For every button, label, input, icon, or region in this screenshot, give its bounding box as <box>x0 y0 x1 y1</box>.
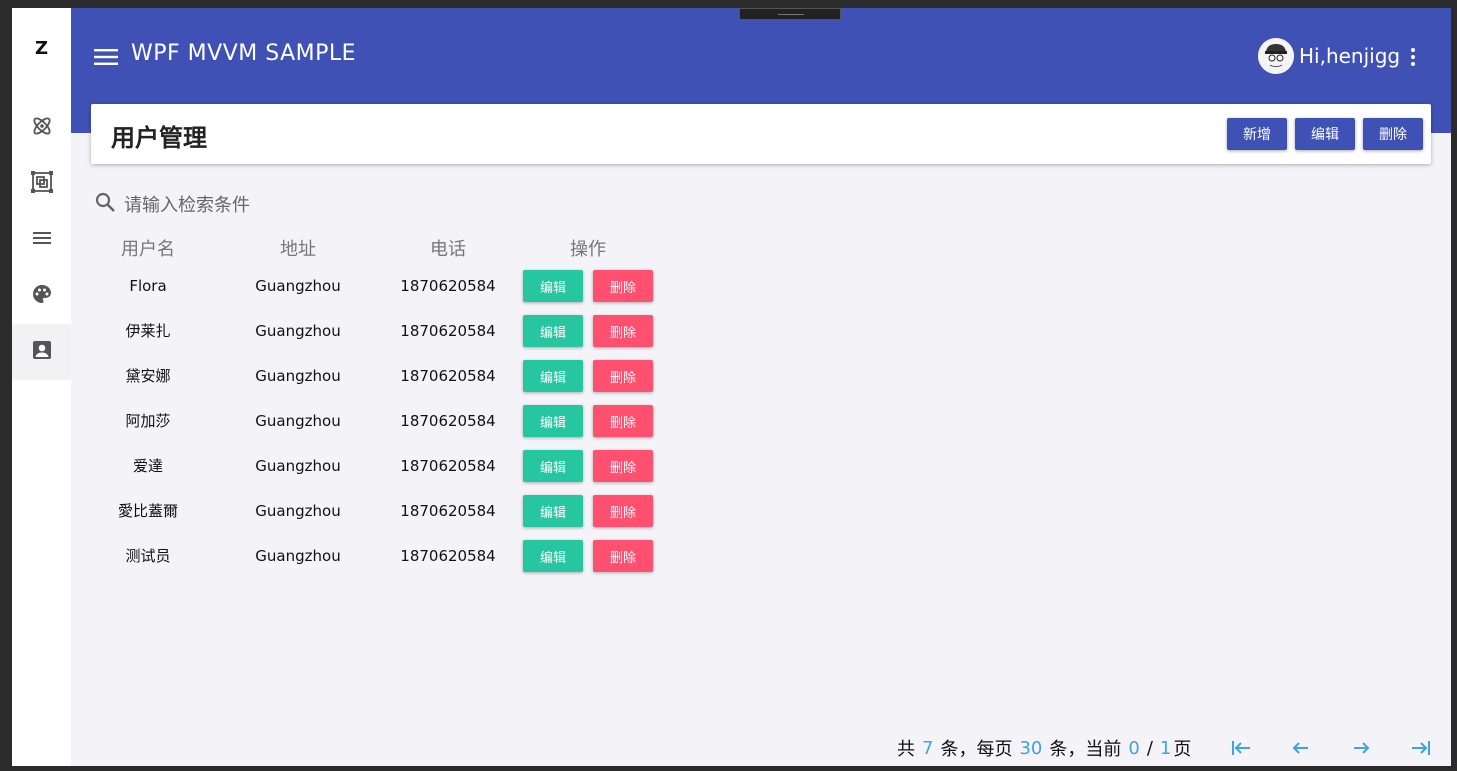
add-button[interactable]: 新增 <box>1227 118 1287 150</box>
pager-total: 7 <box>922 737 934 759</box>
pagination-info: 共 7 条，每页 30 条，当前 0 / 1 页 <box>897 735 1191 761</box>
menu-lines-icon <box>30 226 54 254</box>
table-row: 爱達 Guangzhou 1870620584 编辑 删除 <box>12 450 712 495</box>
row-delete-button[interactable]: 删除 <box>593 540 653 572</box>
column-header-phone: 电话 <box>430 239 466 260</box>
search-input[interactable]: 请输入检索条件 <box>124 191 250 217</box>
delete-button[interactable]: 删除 <box>1363 118 1423 150</box>
cell-phone: 1870620584 <box>400 277 496 295</box>
cell-username: Flora <box>129 277 167 295</box>
user-greeting[interactable]: Hi,henjigg <box>1299 44 1400 68</box>
table-row: Flora Guangzhou 1870620584 编辑 删除 <box>12 270 712 315</box>
table-row: 阿加莎 Guangzhou 1870620584 编辑 删除 <box>12 405 712 450</box>
cell-phone: 1870620584 <box>400 322 496 340</box>
cell-address: Guangzhou <box>255 457 341 475</box>
row-edit-button[interactable]: 编辑 <box>523 315 583 347</box>
first-page-button[interactable] <box>1230 737 1252 759</box>
selection-icon <box>30 170 54 198</box>
cell-address: Guangzhou <box>255 502 341 520</box>
pager-per-page-prefix: 条，每页 <box>940 739 1013 760</box>
first-page-icon <box>1230 741 1252 763</box>
more-vertical-icon <box>1405 48 1421 72</box>
more-options-button[interactable] <box>1405 46 1421 68</box>
page-header-card: 用户管理 新增 编辑 删除 <box>91 104 1431 164</box>
pager-current: 0 <box>1128 737 1140 759</box>
sidebar-item-menu[interactable] <box>12 212 71 268</box>
pager-per-page: 30 <box>1019 737 1043 759</box>
table-row: 愛比蓋爾 Guangzhou 1870620584 编辑 删除 <box>12 495 712 540</box>
last-page-icon <box>1410 741 1432 763</box>
row-delete-button[interactable]: 删除 <box>593 270 653 302</box>
table-row: 黛安娜 Guangzhou 1870620584 编辑 删除 <box>12 360 712 405</box>
pager-pages-suffix: 页 <box>1173 739 1192 760</box>
cell-address: Guangzhou <box>255 277 341 295</box>
cell-address: Guangzhou <box>255 547 341 565</box>
app-logo: Z <box>34 38 49 59</box>
cell-address: Guangzhou <box>255 322 341 340</box>
table-row: 伊莱扎 Guangzhou 1870620584 编辑 删除 <box>12 315 712 360</box>
cell-phone: 1870620584 <box>400 367 496 385</box>
row-delete-button[interactable]: 删除 <box>593 495 653 527</box>
next-page-button[interactable] <box>1350 737 1372 759</box>
sidebar-item-selection[interactable] <box>12 156 71 212</box>
row-delete-button[interactable]: 删除 <box>593 405 653 437</box>
hamburger-menu-button[interactable] <box>93 44 119 70</box>
page-title: 用户管理 <box>111 124 207 152</box>
table-row: 测试员 Guangzhou 1870620584 编辑 删除 <box>12 540 712 585</box>
search-box[interactable]: 请输入检索条件 <box>94 192 250 216</box>
row-delete-button[interactable]: 删除 <box>593 450 653 482</box>
cell-address: Guangzhou <box>255 367 341 385</box>
column-header-actions: 操作 <box>570 239 606 260</box>
row-edit-button[interactable]: 编辑 <box>523 360 583 392</box>
pager-current-prefix: 条，当前 <box>1049 739 1122 760</box>
drag-handle[interactable] <box>739 8 841 20</box>
cell-phone: 1870620584 <box>400 457 496 475</box>
row-delete-button[interactable]: 删除 <box>593 315 653 347</box>
app-window: Z WPF MVVM SAMPLE Hi,henjigg 用户管理 新增 编辑 … <box>12 8 1451 766</box>
previous-page-button[interactable] <box>1290 737 1312 759</box>
row-delete-button[interactable]: 删除 <box>593 360 653 392</box>
cell-username: 阿加莎 <box>125 412 171 430</box>
pager-slash: / <box>1146 737 1153 759</box>
cell-address: Guangzhou <box>255 412 341 430</box>
cell-phone: 1870620584 <box>400 547 496 565</box>
pager-pages: 1 <box>1159 737 1172 759</box>
search-icon <box>94 191 116 217</box>
arrow-right-icon <box>1350 742 1372 763</box>
cell-username: 愛比蓋爾 <box>117 502 178 520</box>
cell-phone: 1870620584 <box>400 502 496 520</box>
cell-username: 爱達 <box>132 457 163 475</box>
row-edit-button[interactable]: 编辑 <box>523 405 583 437</box>
row-edit-button[interactable]: 编辑 <box>523 450 583 482</box>
cell-username: 测试员 <box>125 547 171 565</box>
column-header-username: 用户名 <box>121 239 175 260</box>
cell-username: 伊莱扎 <box>125 322 171 340</box>
last-page-button[interactable] <box>1410 737 1432 759</box>
sidebar-item-atom[interactable] <box>12 100 71 156</box>
row-edit-button[interactable]: 编辑 <box>523 270 583 302</box>
cell-username: 黛安娜 <box>125 367 171 385</box>
row-edit-button[interactable]: 编辑 <box>523 540 583 572</box>
column-header-address: 地址 <box>280 239 316 260</box>
atom-icon <box>30 114 54 142</box>
cell-phone: 1870620584 <box>400 412 496 430</box>
app-title: WPF MVVM SAMPLE <box>131 41 357 66</box>
user-avatar[interactable] <box>1258 38 1294 74</box>
pager-total-prefix: 共 <box>897 739 915 760</box>
edit-button[interactable]: 编辑 <box>1295 118 1355 150</box>
arrow-left-icon <box>1290 742 1312 763</box>
hamburger-icon <box>93 49 119 74</box>
row-edit-button[interactable]: 编辑 <box>523 495 583 527</box>
